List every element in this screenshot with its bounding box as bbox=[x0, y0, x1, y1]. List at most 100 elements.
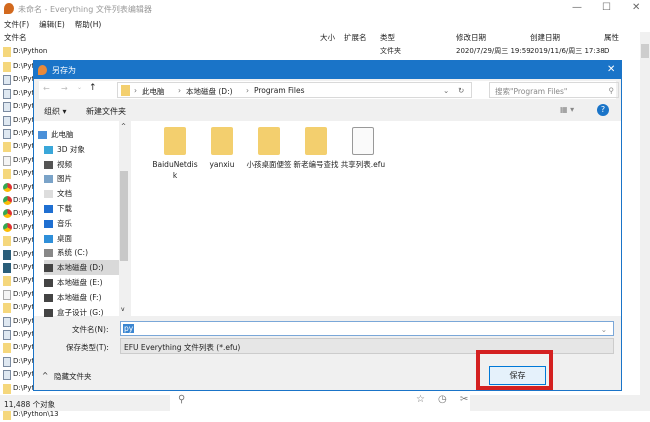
py-icon bbox=[3, 75, 11, 86]
up-icon[interactable]: ↑ bbox=[89, 83, 97, 93]
py-icon bbox=[3, 129, 11, 139]
breadcrumb-this-pc[interactable]: 此电脑 bbox=[142, 86, 165, 97]
table-row[interactable]: D:\Python 文件夹 2020/7/29/周三 19:59 2019/11… bbox=[0, 44, 640, 59]
nav-item[interactable]: 盒子设计 (G:) bbox=[44, 305, 124, 320]
breadcrumb-program-files[interactable]: Program Files bbox=[254, 86, 305, 95]
vertical-scrollbar[interactable] bbox=[640, 32, 650, 395]
folder-icon bbox=[3, 169, 11, 180]
folder-icon bbox=[258, 127, 280, 155]
file-item[interactable]: 新老编号查找 bbox=[292, 127, 340, 170]
maximize-button[interactable]: ☐ bbox=[602, 2, 611, 13]
folder-icon bbox=[3, 410, 11, 421]
search-icon[interactable]: ⚲ bbox=[178, 394, 185, 405]
refresh-icon[interactable]: ↻ bbox=[458, 86, 464, 95]
help-icon[interactable]: ? bbox=[597, 104, 609, 116]
filetype-label: 保存类型(T): bbox=[66, 343, 109, 352]
file-item[interactable]: 共享列表.efu bbox=[339, 127, 387, 170]
object-count: 11,488 个对象 bbox=[4, 400, 56, 409]
search-input[interactable]: 搜索"Program Files" ⚲ bbox=[489, 82, 619, 98]
col-size[interactable]: 大小 bbox=[320, 32, 335, 43]
chrome-icon bbox=[3, 182, 12, 192]
dialog-toolbar: 组织 ▾ 新建文件夹 ▦ ▾ ? bbox=[34, 101, 621, 121]
folder-icon bbox=[164, 127, 186, 155]
close-button[interactable]: ✕ bbox=[632, 2, 640, 13]
col-attr[interactable]: 属性 bbox=[604, 32, 619, 43]
menu-help[interactable]: 帮助(H) bbox=[75, 20, 102, 29]
menu-file[interactable]: 文件(F) bbox=[4, 20, 29, 29]
col-created[interactable]: 创建日期 bbox=[530, 32, 560, 43]
file-item[interactable]: yanxiu bbox=[198, 127, 246, 170]
address-dropdown-icon[interactable]: ⌄ bbox=[443, 86, 449, 95]
menu-edit[interactable]: 编辑(E) bbox=[39, 20, 65, 29]
py-icon bbox=[3, 370, 11, 381]
nav-item[interactable]: 音乐 bbox=[44, 216, 124, 231]
window-title: 未命名 - Everything 文件列表编辑器 bbox=[18, 5, 152, 14]
py-icon bbox=[3, 102, 11, 113]
dialog-title: 另存为 bbox=[52, 66, 76, 75]
dialog-close-button[interactable]: ✕ bbox=[607, 64, 615, 75]
folder-icon bbox=[3, 142, 11, 153]
navigation-pane: 此电脑 3D 对象 视频 图片 文档 下载 音乐 桌面 系统 (C:) 本地磁盘 (D:) 本地磁盘… bbox=[34, 121, 129, 317]
col-type[interactable]: 类型 bbox=[380, 32, 395, 43]
forward-icon[interactable]: → bbox=[61, 84, 68, 93]
nav-item[interactable]: 本地磁盘 (E:) bbox=[44, 275, 124, 290]
filename-label: 文件名(N): bbox=[72, 325, 109, 334]
address-row: ← → ⌄ ↑ › 此电脑 › 本地磁盘 (D:) › Program File… bbox=[39, 81, 619, 99]
nav-icon bbox=[44, 308, 53, 317]
folder-icon bbox=[3, 47, 11, 57]
folder-icon bbox=[121, 85, 130, 96]
tools-icon[interactable]: ✂ bbox=[460, 394, 468, 405]
star-icon[interactable]: ☆ bbox=[416, 394, 425, 405]
nav-item[interactable]: 文档 bbox=[44, 186, 124, 201]
chevron-down-icon: ⌄ bbox=[600, 325, 607, 334]
back-icon[interactable]: ← bbox=[43, 84, 50, 93]
nav-icon bbox=[44, 219, 53, 228]
app-icon bbox=[38, 65, 47, 75]
nav-item[interactable]: 图片 bbox=[44, 171, 124, 186]
view-options-icon[interactable]: ▦ ▾ bbox=[560, 105, 574, 114]
nav-item[interactable]: 桌面 bbox=[44, 231, 124, 246]
address-bar[interactable]: › 此电脑 › 本地磁盘 (D:) › Program Files ⌄ ↻ bbox=[117, 82, 472, 98]
chrome-icon bbox=[3, 196, 12, 205]
hide-folders-button[interactable]: 隐藏文件夹 bbox=[54, 371, 92, 382]
chrome-icon bbox=[3, 222, 12, 232]
folder-icon bbox=[3, 62, 11, 72]
breadcrumb-drive-d[interactable]: 本地磁盘 (D:) bbox=[186, 86, 233, 97]
py-icon bbox=[3, 330, 11, 340]
hide-folders-chevron-icon[interactable]: ^ bbox=[42, 371, 48, 380]
filename-input[interactable]: py ⌄ bbox=[120, 321, 614, 336]
organize-button[interactable]: 组织 ▾ bbox=[44, 106, 67, 117]
recent-chevron-icon[interactable]: ⌄ bbox=[77, 84, 82, 91]
nav-icon bbox=[44, 175, 53, 184]
nav-item[interactable]: 本地磁盘 (D:) bbox=[44, 260, 124, 276]
nav-icon bbox=[44, 160, 53, 169]
col-ext[interactable]: 扩展名 bbox=[344, 32, 367, 43]
folder-icon bbox=[3, 343, 11, 354]
py-icon bbox=[3, 88, 11, 99]
py-icon bbox=[3, 316, 11, 327]
nav-item[interactable]: 下载 bbox=[44, 201, 124, 216]
file-item[interactable]: BaiduNetdisk bbox=[151, 127, 199, 181]
dialog-title-bar: 另存为 ✕ bbox=[34, 61, 621, 79]
chrome-icon bbox=[3, 209, 12, 219]
py-icon bbox=[3, 115, 11, 126]
new-folder-button[interactable]: 新建文件夹 bbox=[86, 106, 126, 117]
minimize-button[interactable]: — bbox=[572, 2, 582, 13]
nav-item[interactable]: 此电脑 bbox=[38, 127, 118, 142]
nav-item[interactable]: 系统 (C:) bbox=[44, 245, 124, 260]
folder-icon bbox=[211, 127, 233, 155]
col-modified[interactable]: 修改日期 bbox=[456, 32, 486, 43]
highlight-box bbox=[476, 350, 553, 390]
nav-item[interactable]: 本地磁盘 (F:) bbox=[44, 290, 124, 305]
history-icon[interactable]: ◷ bbox=[438, 394, 447, 405]
file-item[interactable]: 小孩桌面便签 bbox=[245, 127, 293, 170]
nav-icon bbox=[44, 293, 53, 302]
nav-item[interactable]: 视频 bbox=[44, 157, 124, 172]
nav-item[interactable]: 3D 对象 bbox=[44, 142, 124, 157]
file-icon bbox=[352, 127, 374, 155]
col-name[interactable]: 文件名 bbox=[4, 32, 27, 43]
file-view: BaiduNetdisk yanxiu 小孩桌面便签 新老编号查找 共享列表.efu bbox=[131, 121, 621, 316]
nav-scrollbar[interactable]: ^ v bbox=[119, 121, 129, 316]
nav-icon bbox=[44, 249, 53, 258]
nav-icon bbox=[44, 234, 53, 243]
